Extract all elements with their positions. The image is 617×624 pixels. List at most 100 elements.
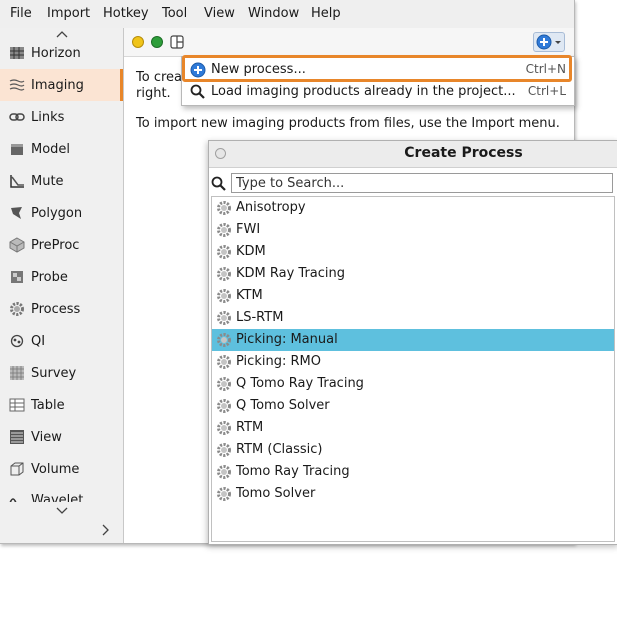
search-icon	[211, 176, 227, 196]
add-menu-button[interactable]	[533, 32, 565, 52]
menu-view[interactable]: View	[204, 6, 235, 21]
highlight-box	[182, 55, 572, 82]
search-field	[231, 173, 613, 193]
status-green-icon[interactable]	[151, 36, 163, 48]
chevron-right-icon[interactable]	[102, 524, 110, 539]
sidebar-item-imaging[interactable]: Imaging	[0, 69, 123, 101]
sidebar-item-volume[interactable]: Volume	[0, 453, 123, 485]
gear-icon	[216, 376, 232, 392]
create-process-dialog: Create Process Anisotropy FWI KDM KDM Ra…	[208, 140, 617, 545]
list-item-selected[interactable]: Picking: Manual	[212, 329, 614, 351]
chevron-down-icon[interactable]	[56, 504, 68, 518]
gear-icon	[216, 464, 232, 480]
info-text-line1: To crea	[136, 70, 182, 85]
list-item-label: Picking: RMO	[236, 354, 321, 369]
sidebar-item-label: Table	[31, 397, 65, 413]
sidebar-item-label: Probe	[31, 269, 68, 285]
gear-icon	[216, 266, 232, 282]
sidebar-item-label: Polygon	[31, 205, 83, 221]
sidebar-item-label: QI	[31, 333, 46, 349]
process-icon	[9, 301, 25, 317]
list-item[interactable]: LS-RTM	[212, 307, 614, 329]
sidebar-item-label: Links	[31, 109, 65, 125]
status-yellow-icon[interactable]	[132, 36, 144, 48]
list-item-label: Q Tomo Solver	[236, 398, 330, 413]
sidebar-item-probe[interactable]: Probe	[0, 261, 123, 293]
gear-icon	[216, 310, 232, 326]
list-item-label: KTM	[236, 288, 263, 303]
sidebar-item-label: Process	[31, 301, 81, 317]
gear-icon	[216, 442, 232, 458]
wavelet-icon	[9, 493, 25, 502]
list-item-label: KDM Ray Tracing	[236, 266, 346, 281]
info-text-line2: To import new imaging products from file…	[136, 116, 560, 131]
gear-icon	[216, 398, 232, 414]
layout-grid-icon[interactable]	[170, 35, 184, 53]
menu-help[interactable]: Help	[311, 6, 341, 21]
sidebar-item-links[interactable]: Links	[0, 101, 123, 133]
list-item-label: RTM	[236, 420, 264, 435]
sidebar-item-label: PreProc	[31, 237, 80, 253]
list-item[interactable]: RTM	[212, 417, 614, 439]
qi-icon	[9, 333, 25, 349]
menu-item-label: Load imaging products already in the pro…	[211, 84, 516, 99]
list-item[interactable]: RTM (Classic)	[212, 439, 614, 461]
sidebar-item-preproc[interactable]: PreProc	[0, 229, 123, 261]
list-item-label: Picking: Manual	[236, 332, 338, 347]
sidebar-item-horizon[interactable]: Horizon	[0, 37, 123, 69]
list-item[interactable]: Q Tomo Ray Tracing	[212, 373, 614, 395]
polygon-icon	[9, 205, 25, 221]
sidebar-item-qi[interactable]: QI	[0, 325, 123, 357]
gear-icon	[216, 222, 232, 238]
menubar: File Import Hotkey Tool View Window Help	[0, 0, 574, 29]
list-item[interactable]: KDM Ray Tracing	[212, 263, 614, 285]
list-item[interactable]: Anisotropy	[212, 197, 614, 219]
list-item[interactable]: Q Tomo Solver	[212, 395, 614, 417]
content-toolbar	[124, 28, 574, 57]
list-item[interactable]: Tomo Solver	[212, 483, 614, 505]
gear-icon	[216, 288, 232, 304]
sidebar: Horizon Imaging Links Model Mute Polygon…	[0, 28, 124, 543]
gear-icon	[216, 354, 232, 370]
list-item[interactable]: Tomo Ray Tracing	[212, 461, 614, 483]
links-icon	[9, 109, 25, 125]
sidebar-item-label: Volume	[31, 461, 80, 477]
menu-item-shortcut: Ctrl+L	[527, 84, 566, 98]
sidebar-item-polygon[interactable]: Polygon	[0, 197, 123, 229]
list-item-label: RTM (Classic)	[236, 442, 323, 457]
list-item-label: Q Tomo Ray Tracing	[236, 376, 364, 391]
gear-icon	[216, 486, 232, 502]
sidebar-item-label: Wavelet	[31, 493, 84, 502]
sidebar-item-table[interactable]: Table	[0, 389, 123, 421]
load-products-menu-item[interactable]: Load imaging products already in the pro…	[182, 81, 574, 103]
sidebar-item-process[interactable]: Process	[0, 293, 123, 325]
sidebar-item-model[interactable]: Model	[0, 133, 123, 165]
sidebar-item-label: View	[31, 429, 62, 445]
list-item[interactable]: Picking: RMO	[212, 351, 614, 373]
list-item[interactable]: KDM	[212, 241, 614, 263]
sidebar-item-view[interactable]: View	[0, 421, 123, 453]
model-icon	[9, 141, 25, 157]
probe-icon	[9, 269, 25, 285]
menu-file[interactable]: File	[10, 6, 32, 21]
list-item[interactable]: FWI	[212, 219, 614, 241]
menu-window[interactable]: Window	[248, 6, 299, 21]
sidebar-item-label: Model	[31, 141, 71, 157]
list-item[interactable]: KTM	[212, 285, 614, 307]
menu-import[interactable]: Import	[47, 6, 90, 21]
table-icon	[9, 397, 25, 413]
sidebar-item-mute[interactable]: Mute	[0, 165, 123, 197]
search-input[interactable]	[236, 175, 606, 191]
list-item-label: Tomo Solver	[236, 486, 316, 501]
process-list: Anisotropy FWI KDM KDM Ray Tracing KTM L…	[211, 196, 615, 542]
menu-hotkey[interactable]: Hotkey	[103, 6, 149, 21]
list-item-label: Tomo Ray Tracing	[236, 464, 350, 479]
sidebar-item-survey[interactable]: Survey	[0, 357, 123, 389]
dialog-title-bar: Create Process	[209, 141, 617, 168]
sidebar-item-wavelet[interactable]: Wavelet	[0, 485, 123, 502]
menu-tool[interactable]: Tool	[162, 6, 187, 21]
magnifier-icon	[190, 84, 206, 104]
gear-icon	[216, 244, 232, 260]
dialog-title: Create Process	[404, 145, 523, 161]
sidebar-item-label: Mute	[31, 173, 64, 189]
